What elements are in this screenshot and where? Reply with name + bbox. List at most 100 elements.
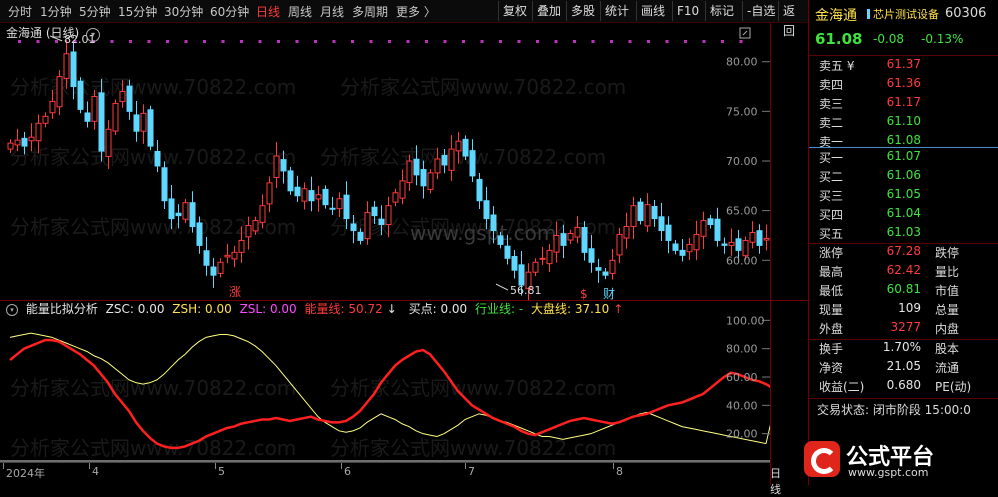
row-value: 61.36 <box>886 76 921 90</box>
chart-title-row: 金海通 (日线) ▾ <box>6 24 101 42</box>
row-label: 外盘 <box>819 322 844 336</box>
row-value: 60.81 <box>886 282 921 296</box>
timeframe-tab[interactable]: 1分钟 <box>40 3 72 20</box>
candle-body <box>630 205 637 228</box>
toolbar-button[interactable]: 复权 <box>498 1 531 21</box>
candle-body <box>280 159 287 172</box>
y-tick-label: 20.00 <box>726 428 758 441</box>
timeframe-tab[interactable]: 15分钟 <box>118 3 157 20</box>
date-tick <box>613 463 614 469</box>
quote-row: 净资 21.05 流通 <box>809 359 998 378</box>
y-tick-label: 80.00 <box>726 56 758 69</box>
timeframe-tab[interactable]: 60分钟 <box>210 3 249 20</box>
signal-dot <box>536 40 539 43</box>
candle-body <box>133 114 140 132</box>
signal-dot <box>184 40 188 43</box>
timeframe-tab[interactable]: 周线 <box>288 3 312 20</box>
signal-dot <box>554 40 558 43</box>
candle-body <box>469 150 476 177</box>
signal-dot <box>702 40 706 43</box>
signal-dot <box>388 40 391 43</box>
candle-body <box>441 154 448 166</box>
candle-body <box>651 205 658 220</box>
candle-body <box>602 271 609 276</box>
period-label[interactable]: 日线 <box>770 465 781 497</box>
energy-indicator-chart[interactable]: 分析家公式网www.70822.com 分析家公式网www.70822.com分析… <box>0 305 770 462</box>
chart-title: 金海通 (日线) <box>6 26 80 40</box>
quote-row: 收益(二) 0.680 PE(动) <box>809 378 998 397</box>
toolbar-button[interactable]: F10 <box>672 1 703 21</box>
candle-body <box>462 138 469 157</box>
row-value: 61.06 <box>886 168 921 182</box>
stock-name[interactable]: 金海通 <box>815 5 857 25</box>
timeframe-tab[interactable]: 5分钟 <box>79 3 111 20</box>
toolbar-button[interactable]: 画线 <box>636 1 669 21</box>
timeframe-tab[interactable]: 30分钟 <box>164 3 203 20</box>
candle-body <box>217 261 224 274</box>
candle-body <box>294 186 301 197</box>
row-label: 最高 <box>819 265 844 279</box>
divider <box>809 55 998 56</box>
candle-body <box>679 249 686 256</box>
candle-body <box>315 194 322 200</box>
row-value: 61.10 <box>886 114 921 128</box>
row-value: 1.70% <box>882 340 921 354</box>
row-value: 61.37 <box>886 57 921 71</box>
sector-name[interactable]: 芯片测试设备 <box>873 6 939 22</box>
dividend-marker[interactable]: $ <box>580 287 588 300</box>
row-label: 净资 <box>819 361 844 375</box>
indicator-divider <box>0 300 808 301</box>
candle-body <box>476 178 483 202</box>
signal-dot <box>295 40 299 43</box>
quote-row: 卖二 61.10 <box>809 114 998 133</box>
quote-row: 最高 62.42 量比 <box>809 263 998 282</box>
candle-body <box>238 239 245 253</box>
timeframe-tab[interactable]: 分时 <box>8 3 32 20</box>
toolbar-button[interactable]: 返回 <box>778 1 808 38</box>
book-midline <box>809 147 998 148</box>
timeframe-tab[interactable]: 日线 <box>256 3 280 20</box>
candle-body <box>721 243 728 246</box>
toolbar-button[interactable]: 多股 <box>566 1 599 21</box>
candle-body <box>553 234 560 253</box>
candle-body <box>595 267 602 271</box>
candle-body <box>644 204 651 227</box>
toolbar-button[interactable]: 叠加 <box>532 1 565 21</box>
candle-body <box>336 198 343 210</box>
logo-mark-icon <box>804 441 840 477</box>
timeframe-tab[interactable]: 更多 〉 <box>396 3 436 20</box>
candle-body <box>224 254 231 258</box>
date-label: 7 <box>468 465 475 478</box>
candle-body <box>714 218 721 241</box>
timeframe-tab[interactable]: 月线 <box>320 3 344 20</box>
signal-dot <box>258 40 262 43</box>
candle-body <box>364 212 371 240</box>
candle-body <box>693 233 700 251</box>
candle-body <box>483 200 490 220</box>
row-label: 买一 <box>819 151 844 165</box>
toolbar-button[interactable]: -自选 <box>742 1 779 21</box>
timeframe-tab[interactable]: 多周期 <box>352 3 388 20</box>
logo-url: www.gspt.com <box>848 466 929 479</box>
candle-body <box>252 220 259 232</box>
watermark-site: www.gspt.com <box>410 221 556 245</box>
candle-body <box>105 128 112 157</box>
signal-dot <box>591 40 595 43</box>
quote-row: 卖三 61.17 <box>809 95 998 114</box>
signal-dot <box>739 40 743 43</box>
candle-body <box>210 266 217 276</box>
financial-report-marker[interactable]: 财 <box>603 287 615 300</box>
quote-row: 卖五 ¥ 61.37 <box>809 57 998 76</box>
toolbar-button[interactable]: 标记 <box>705 1 738 21</box>
signal-dot <box>406 40 410 43</box>
signal-dot <box>628 40 632 43</box>
row-value: 61.17 <box>886 95 921 109</box>
row-label-2: 总量 <box>935 303 960 317</box>
chevron-down-icon[interactable]: ▾ <box>86 28 101 42</box>
row-label-2: 股本 <box>935 342 960 356</box>
candle-body <box>504 245 511 259</box>
toolbar-button[interactable]: 统计 <box>600 1 633 21</box>
candlestick-chart[interactable]: 分析家公式网www.70822.com 分析家公式网www.70822.com分析… <box>0 22 770 300</box>
candle-body <box>707 218 714 226</box>
limit-up-marker[interactable]: 涨 <box>229 284 241 299</box>
